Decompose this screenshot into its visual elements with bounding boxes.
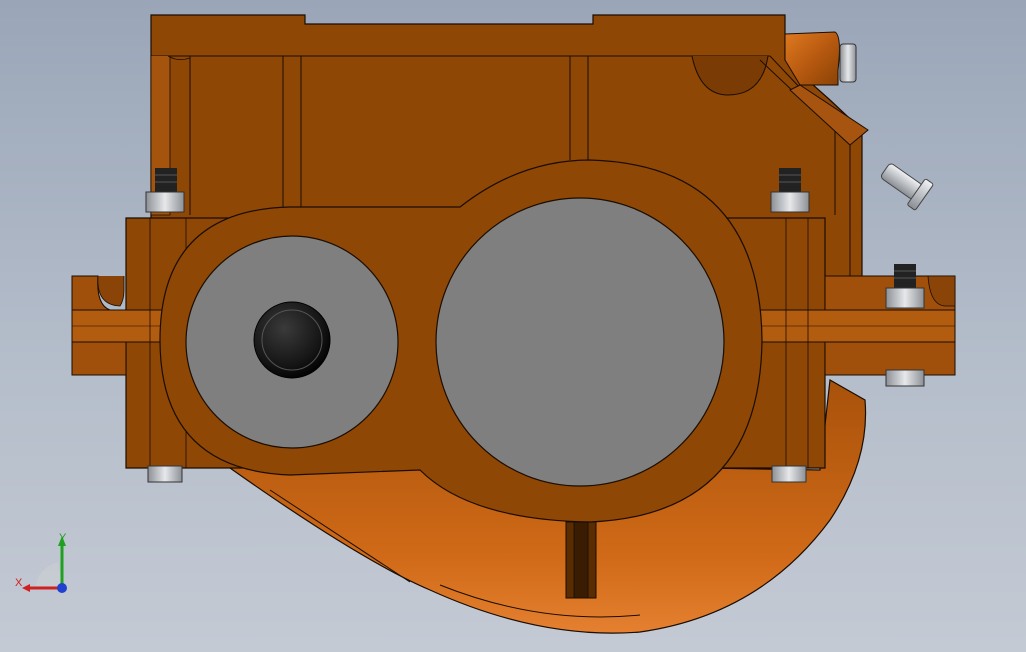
z-axis [57,583,67,593]
orientation-triad: Y X [15,532,67,593]
y-axis-label: Y [59,532,67,544]
nut-bottom-right[interactable] [771,465,807,483]
seal-cap[interactable] [253,301,331,379]
dipstick[interactable] [876,157,934,211]
gearbox-model[interactable] [0,0,1026,652]
x-axis-label: X [15,577,23,589]
input-bore[interactable] [185,235,399,449]
nut-bottom-left[interactable] [147,465,183,483]
output-bore[interactable] [435,197,725,487]
breather-plug[interactable] [839,43,857,83]
graphics-viewport[interactable]: Y X [0,0,1026,652]
nut-flange-right[interactable] [885,369,925,387]
